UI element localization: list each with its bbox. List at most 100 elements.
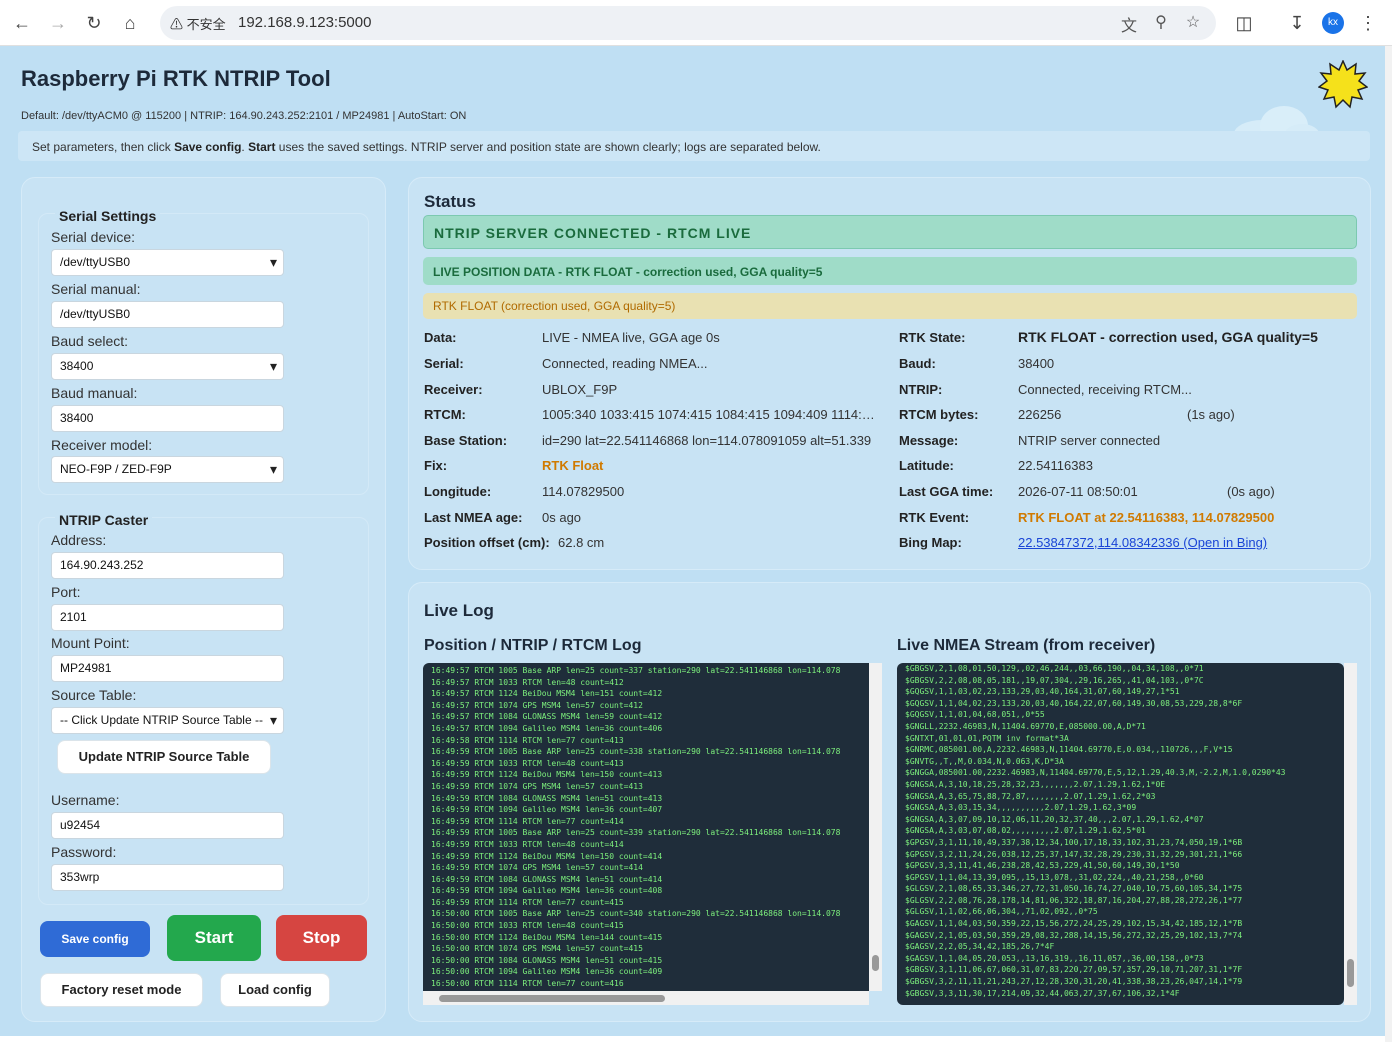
bing-map-link[interactable]: 22.53847372,114.08342336 (Open in Bing) <box>1018 535 1348 550</box>
home-icon[interactable]: ⌂ <box>118 11 142 35</box>
bookmark-star-icon[interactable]: ☆ <box>1182 12 1204 32</box>
log-line: $GNGSA,A,3,65,75,88,72,87,,,,,,,,2.07,1.… <box>905 791 1156 801</box>
zoom-icon[interactable]: ⚲ <box>1150 12 1172 32</box>
status-key: Last NMEA age: <box>424 510 523 525</box>
translate-icon[interactable]: 文 <box>1118 12 1140 36</box>
status-age: (0s ago) <box>1227 484 1275 499</box>
status-heading: Status <box>424 192 476 211</box>
log-line: $GBGSV,3,1,11,06,67,060,31,07,83,220,27,… <box>905 965 1243 975</box>
status-key: Latitude: <box>899 458 954 473</box>
port-input[interactable]: 2101 <box>51 604 284 631</box>
extensions-icon[interactable]: ◫ <box>1232 11 1256 35</box>
forward-icon[interactable]: → <box>46 11 70 35</box>
fix-value: RTK Float <box>542 458 604 473</box>
log-line: $GNTXT,01,01,01,PQTM inv format*3A <box>905 733 1069 743</box>
status-value: Connected, reading NMEA... <box>542 356 708 371</box>
nmea-stream-vscrollbar[interactable] <box>1344 663 1357 1005</box>
log-line: 16:50:00 RTCM 1124 BeiDou MSM4 len=144 c… <box>431 932 663 942</box>
status-panel: Status NTRIP SERVER CONNECTED - RTCM LIV… <box>408 177 1371 570</box>
log-line: 16:50:00 RTCM 1033 RTCM len=48 count=415 <box>431 921 624 931</box>
hint-text: Set parameters, then click Save config. … <box>32 140 821 154</box>
log-line: 16:49:59 RTCM 1005 Base ARP len=25 count… <box>431 747 841 757</box>
log-line: $GPGSV,3,2,11,24,26,038,12,25,37,147,32,… <box>905 849 1243 859</box>
save-config-button[interactable]: Save config <box>40 921 150 957</box>
source-table-select[interactable]: -- Click Update NTRIP Source Table -- <box>51 707 284 734</box>
factory-reset-button[interactable]: Factory reset mode <box>40 973 203 1007</box>
status-key: Data: <box>424 330 457 345</box>
log-line: 16:49:57 RTCM 1124 BeiDou MSM4 len=151 c… <box>431 689 663 699</box>
rtk-state-value: RTK FLOAT - correction used, GGA quality… <box>1018 329 1318 345</box>
baud-select[interactable]: 38400 <box>51 353 284 380</box>
baud-select-label: Baud select: <box>51 333 129 349</box>
update-source-table-button[interactable]: Update NTRIP Source Table <box>57 740 271 774</box>
status-key: Serial: <box>424 356 464 371</box>
log-line: $GQGSV,1,1,03,02,23,133,29,03,40,164,31,… <box>905 687 1180 697</box>
status-key: RTK State: <box>899 330 966 345</box>
receiver-model-select[interactable]: NEO-F9P / ZED-F9P <box>51 456 284 483</box>
log-line: 16:49:59 RTCM 1033 RTCM len=48 count=414 <box>431 839 624 849</box>
security-warning[interactable]: ⚠ 不安全 <box>170 14 226 33</box>
status-value: Connected, receiving RTCM... <box>1018 382 1192 397</box>
serial-device-select[interactable]: /dev/ttyUSB0 <box>51 249 284 276</box>
start-button[interactable]: Start <box>167 915 261 961</box>
log-line: $GBGSV,3,3,11,30,17,214,09,32,44,063,27,… <box>905 988 1180 998</box>
log-line: $GAGSV,1,1,04,03,50,359,22,15,56,272,24,… <box>905 919 1243 929</box>
username-input[interactable]: u92454 <box>51 812 284 839</box>
position-log-title: Position / NTRIP / RTCM Log <box>424 637 642 654</box>
profile-avatar[interactable]: kx <box>1322 12 1344 34</box>
page-scrollbar[interactable] <box>1385 46 1392 1042</box>
baud-manual-input[interactable]: 38400 <box>51 405 284 432</box>
log-line: $GBGSV,2,2,08,08,05,181,,19,07,304,,29,1… <box>905 675 1204 685</box>
status-key: Message: <box>899 433 959 448</box>
serial-manual-input[interactable]: /dev/ttyUSB0 <box>51 301 284 328</box>
log-line: 16:49:59 RTCM 1074 GPS MSM4 len=57 count… <box>431 863 643 873</box>
position-log-terminal[interactable]: 16:49:57 RTCM 1005 Base ARP len=25 count… <box>423 663 869 991</box>
settings-panel: Serial Settings Serial device: /dev/ttyU… <box>21 177 386 1022</box>
log-line: 16:50:00 RTCM 1114 RTCM len=77 count=416 <box>431 979 624 989</box>
address-bar[interactable]: ⚠ 不安全 192.168.9.123:5000 文 ⚲ ☆ <box>160 6 1216 40</box>
menu-icon[interactable]: ⋮ <box>1356 11 1380 35</box>
serial-device-label: Serial device: <box>51 229 136 245</box>
status-value: 226256 <box>1018 407 1062 422</box>
status-key: RTCM bytes: <box>899 407 979 422</box>
download-icon[interactable]: ↧ <box>1285 11 1309 35</box>
back-icon[interactable]: ← <box>10 11 34 35</box>
nmea-stream-terminal[interactable]: $GBGSV,2,1,08,01,50,129,,02,46,244,,03,6… <box>897 663 1344 1005</box>
log-line: 16:49:57 RTCM 1005 Base ARP len=25 count… <box>431 666 841 675</box>
mount-point-label: Mount Point: <box>51 635 130 651</box>
log-line: $GNVTG,,T,,M,0.034,N,0.063,K,D*3A <box>905 756 1064 766</box>
url-text[interactable]: 192.168.9.123:5000 <box>238 14 371 31</box>
log-line: 16:49:59 RTCM 1124 BeiDou MSM4 len=150 c… <box>431 851 663 861</box>
password-input[interactable]: 353wrp <box>51 864 284 891</box>
status-value: 114.07829500 <box>542 484 625 499</box>
status-value: 38400 <box>1018 356 1055 371</box>
log-line: 16:49:57 RTCM 1074 GPS MSM4 len=57 count… <box>431 700 643 710</box>
log-line: 16:49:59 RTCM 1114 RTCM len=77 count=414 <box>431 816 624 826</box>
receiver-model-label: Receiver model: <box>51 437 153 453</box>
defaults-line: Default: /dev/ttyACM0 @ 115200 | NTRIP: … <box>21 110 467 122</box>
page-title: Raspberry Pi RTK NTRIP Tool <box>21 66 331 91</box>
position-log-vscrollbar[interactable] <box>869 663 882 991</box>
status-value: 0s ago <box>542 510 582 525</box>
log-line: 16:50:00 RTCM 1084 GLONASS MSM4 len=51 c… <box>431 955 663 965</box>
serial-manual-label: Serial manual: <box>51 281 141 297</box>
log-line: $GNGSA,A,3,03,15,34,,,,,,,,,,2.07,1.29,1… <box>905 803 1137 813</box>
log-line: $GQGSV,1,1,04,02,23,133,20,03,40,164,22,… <box>905 698 1243 708</box>
ntrip-status-banner: NTRIP SERVER CONNECTED - RTCM LIVE <box>423 215 1357 249</box>
position-log-hscrollbar[interactable] <box>423 991 869 1005</box>
status-age: (1s ago) <box>1187 407 1235 422</box>
load-config-button[interactable]: Load config <box>220 973 330 1007</box>
log-line: $GNGSA,A,3,03,07,08,02,,,,,,,,,2.07,1.29… <box>905 826 1146 836</box>
status-value: 1005:340 1033:415 1074:415 1084:415 1094… <box>542 407 877 422</box>
reload-icon[interactable]: ↻ <box>82 11 106 35</box>
log-line: $GQGSV,1,1,01,04,68,051,,0*55 <box>905 710 1045 720</box>
address-input[interactable]: 164.90.243.252 <box>51 552 284 579</box>
status-value: NTRIP server connected <box>1018 433 1161 448</box>
stop-button[interactable]: Stop <box>276 915 367 961</box>
status-value: id=290 lat=22.541146868 lon=114.07809105… <box>542 433 872 448</box>
rtk-status-banner: RTK FLOAT (correction used, GGA quality=… <box>423 293 1357 319</box>
status-value: UBLOX_F9P <box>542 382 618 397</box>
source-table-label: Source Table: <box>51 687 137 703</box>
mount-point-input[interactable]: MP24981 <box>51 655 284 682</box>
browser-toolbar: ← → ↻ ⌂ ⚠ 不安全 192.168.9.123:5000 文 ⚲ ☆ ◫… <box>0 0 1392 46</box>
